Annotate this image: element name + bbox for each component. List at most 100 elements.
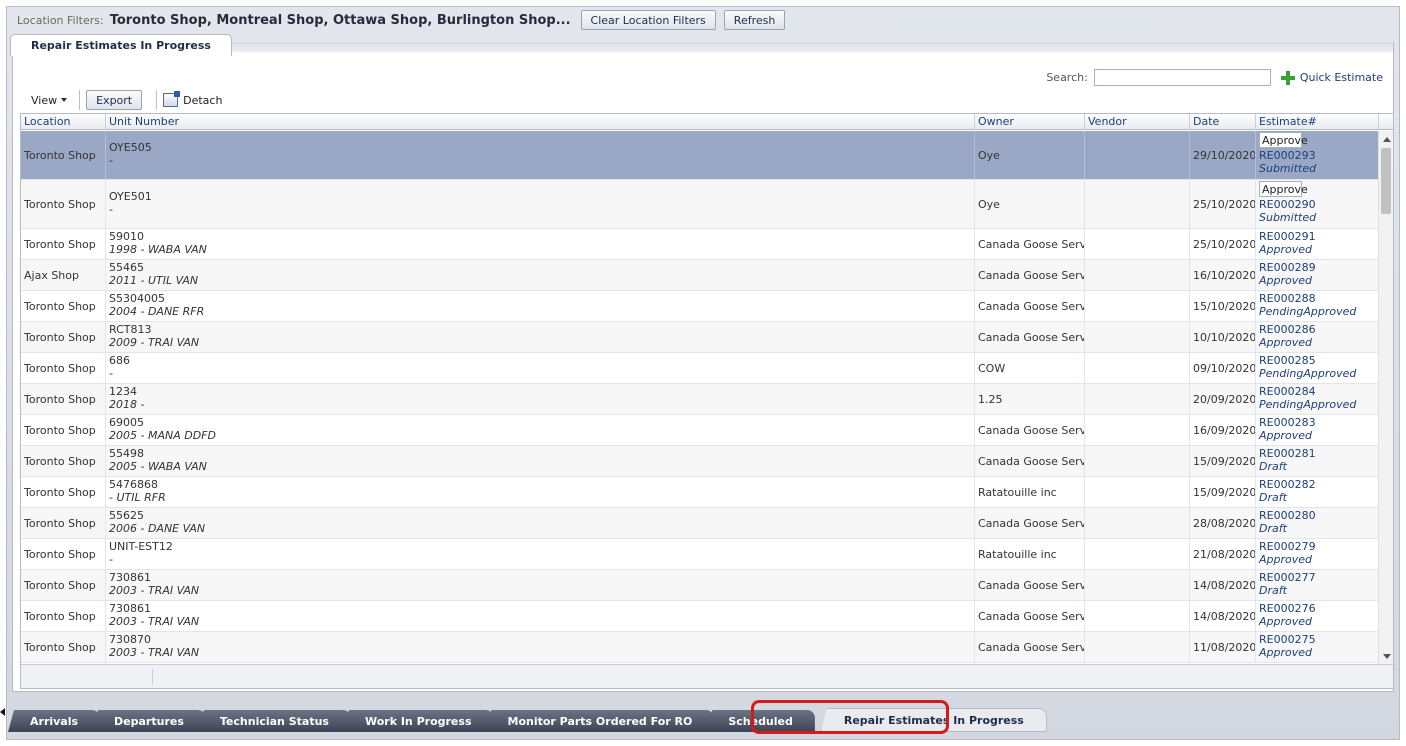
date-cell: 16/10/2020 xyxy=(1190,260,1256,290)
table-row[interactable]: Toronto Shop S5304005 2004 - DANE RFR Canad… xyxy=(21,291,1379,322)
date-cell: 20/09/2020 xyxy=(1190,384,1256,414)
estimate-status: Approved xyxy=(1259,336,1313,349)
table-footer xyxy=(21,664,1393,688)
estimate-link[interactable]: RE000281 xyxy=(1259,447,1378,460)
date-cell: 15/10/2020 xyxy=(1190,291,1256,321)
search-input[interactable] xyxy=(1093,69,1271,86)
location-text: Toronto Shop xyxy=(24,640,96,654)
estimate-cell: RE000288 PendingApproved xyxy=(1256,291,1379,321)
unit-cell: 686- xyxy=(106,353,975,383)
estimate-link[interactable]: RE000286 xyxy=(1259,323,1378,336)
quick-estimate-link[interactable]: Quick Estimate xyxy=(1300,71,1383,84)
date-text: 10/10/2020 xyxy=(1193,330,1256,344)
estimate-link[interactable]: RE000284 xyxy=(1259,385,1378,398)
tab-work-in-progress[interactable]: Work In Progress xyxy=(342,710,494,732)
table-row[interactable]: Toronto Shop 1234 2018 -1.25 20/09/2020 RE00… xyxy=(21,384,1379,415)
column-header-unit-number[interactable]: Unit Number xyxy=(106,114,975,130)
date-cell: 11/08/2020 xyxy=(1190,632,1256,662)
estimate-link[interactable]: RE000290 xyxy=(1259,198,1378,211)
estimate-link[interactable]: RE000283 xyxy=(1259,416,1378,429)
location-filters-value[interactable]: Toronto Shop, Montreal Shop, Ottawa Shop… xyxy=(110,13,571,28)
estimate-link[interactable]: RE000277 xyxy=(1259,571,1378,584)
export-button[interactable]: Export xyxy=(86,90,143,110)
tab-arrivals[interactable]: Arrivals xyxy=(8,710,101,732)
unit-cell: UNIT-EST12- xyxy=(106,539,975,569)
tab-monitor-parts-ordered-for-ro[interactable]: Monitor Parts Ordered For RO xyxy=(485,710,715,732)
estimate-link[interactable]: RE000293 xyxy=(1259,149,1378,162)
approve-button[interactable]: Approve xyxy=(1259,181,1308,197)
collapse-left-icon[interactable] xyxy=(0,708,5,716)
detach-button[interactable]: Detach xyxy=(163,91,222,107)
table-row[interactable]: Toronto Shop 59010 1998 - WABA VAN Canada G… xyxy=(21,229,1379,260)
toolbar-divider xyxy=(156,90,158,110)
unit-description: 2003 - TRAI VAN xyxy=(109,584,200,597)
column-header-location[interactable]: Location xyxy=(21,114,106,130)
vendor-cell xyxy=(1085,415,1190,445)
estimate-link[interactable]: RE000289 xyxy=(1259,261,1378,274)
tab-repair-estimates-in-progress[interactable]: Repair Estimates In Progress xyxy=(820,708,1047,732)
location-filter-bar: Location Filters: Toronto Shop, Montreal… xyxy=(7,7,1399,33)
owner-cell: Canada Goose Serv... xyxy=(975,508,1085,538)
owner-text: Canada Goose Serv... xyxy=(978,454,1085,468)
estimate-cell: Approve RE000293 Submitted xyxy=(1256,131,1379,179)
tab-technician-status[interactable]: Technician Status xyxy=(197,710,351,732)
panel-tab-repair-estimates[interactable]: Repair Estimates In Progress xyxy=(10,34,232,56)
column-header-estimate[interactable]: Estimate# xyxy=(1256,114,1379,130)
table-row[interactable]: Toronto Shop 5476868- UTIL RFR Ratatouille… xyxy=(21,477,1379,508)
estimate-cell: RE000276 Approved xyxy=(1256,601,1379,631)
scroll-down-icon[interactable] xyxy=(1383,654,1391,659)
location-text: Toronto Shop xyxy=(24,299,96,313)
date-cell: 16/09/2020 xyxy=(1190,415,1256,445)
plus-icon[interactable] xyxy=(1280,70,1295,85)
refresh-button[interactable]: Refresh xyxy=(723,10,786,30)
unit-number: 1234 xyxy=(109,385,137,398)
unit-cell: RCT813 2009 - TRAI VAN xyxy=(106,322,975,352)
column-header-date[interactable]: Date xyxy=(1190,114,1256,130)
column-header-vendor[interactable]: Vendor xyxy=(1085,114,1190,130)
table-row[interactable]: Ajax Shop 55465 2011 - UTIL VAN Canada Goos… xyxy=(21,260,1379,291)
unit-number: 55625 xyxy=(109,509,144,522)
vertical-scrollbar[interactable] xyxy=(1378,131,1393,665)
estimate-link[interactable]: RE000279 xyxy=(1259,540,1378,553)
owner-cell: COW xyxy=(975,353,1085,383)
location-text: Toronto Shop xyxy=(24,330,96,344)
table-row[interactable]: Toronto Shop OYE505- Oye 29/10/2020 Approve R… xyxy=(21,131,1379,180)
table-row[interactable]: Toronto Shop RCT813 2009 - TRAI VAN Canada … xyxy=(21,322,1379,353)
location-cell: Toronto Shop xyxy=(21,539,106,569)
date-cell: 28/08/2020 xyxy=(1190,508,1256,538)
unit-description: 2005 - MANA DDFD xyxy=(109,429,216,442)
estimate-link[interactable]: RE000291 xyxy=(1259,230,1378,243)
estimate-status: Draft xyxy=(1259,584,1287,597)
estimate-link[interactable]: RE000282 xyxy=(1259,478,1378,491)
table-row[interactable]: Toronto Shop 730861 2003 - TRAI VAN Canada … xyxy=(21,570,1379,601)
unit-description: - xyxy=(109,154,113,167)
table-row[interactable]: Toronto Shop 686- COW 09/10/2020 RE000285 Pen… xyxy=(21,353,1379,384)
view-menu[interactable]: View xyxy=(25,94,73,107)
estimate-link[interactable]: RE000285 xyxy=(1259,354,1378,367)
location-cell: Toronto Shop xyxy=(21,291,106,321)
column-header-owner[interactable]: Owner xyxy=(975,114,1085,130)
table-row[interactable]: Toronto Shop UNIT-EST12- Ratatouille inc 21… xyxy=(21,539,1379,570)
scroll-thumb[interactable] xyxy=(1381,148,1391,214)
table-row[interactable]: Toronto Shop 730870 2003 - TRAI VAN Canada … xyxy=(21,632,1379,663)
date-text: 15/09/2020 xyxy=(1193,485,1256,499)
unit-description: - xyxy=(109,203,113,216)
unit-cell: OYE501- xyxy=(106,180,975,228)
table-row[interactable]: Toronto Shop 730861 2003 - TRAI VAN Canada … xyxy=(21,601,1379,632)
estimate-cell: RE000282 Draft xyxy=(1256,477,1379,507)
approve-button[interactable]: Approve xyxy=(1259,132,1308,148)
estimate-link[interactable]: RE000275 xyxy=(1259,633,1378,646)
scroll-up-icon[interactable] xyxy=(1383,137,1391,142)
table-row[interactable]: Toronto Shop 55498 2005 - WABA VAN Canada G… xyxy=(21,446,1379,477)
location-cell: Toronto Shop xyxy=(21,180,106,228)
table-row[interactable]: Toronto Shop 55625 2006 - DANE VAN Canada G… xyxy=(21,508,1379,539)
estimate-link[interactable]: RE000276 xyxy=(1259,602,1378,615)
tab-departures[interactable]: Departures xyxy=(92,710,206,732)
table-row[interactable]: Toronto Shop OYE501- Oye 25/10/2020 Approve R… xyxy=(21,180,1379,229)
clear-location-filters-button[interactable]: Clear Location Filters xyxy=(580,10,716,30)
tab-scheduled[interactable]: Scheduled xyxy=(706,710,815,732)
table-row[interactable]: Toronto Shop 69005 2005 - MANA DDFD Canada … xyxy=(21,415,1379,446)
unit-cell: 5476868- UTIL RFR xyxy=(106,477,975,507)
estimate-link[interactable]: RE000288 xyxy=(1259,292,1378,305)
estimate-link[interactable]: RE000280 xyxy=(1259,509,1378,522)
